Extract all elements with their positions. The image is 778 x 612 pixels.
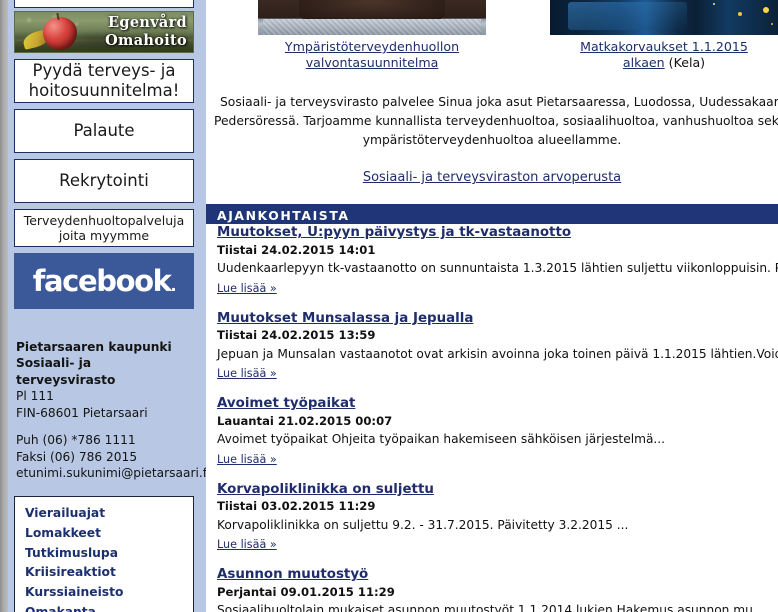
sidebar-button-feedback[interactable]: Palaute — [14, 109, 194, 153]
news-date: Lauantai 21.02.2015 00:07 — [217, 413, 393, 428]
org-name-line-1: Pietarsaaren kaupunki — [16, 340, 172, 354]
main-content: Ympäristöterveydenhuollon valvontasuunni… — [206, 0, 778, 612]
news-excerpt: Avoimet työpaikat Ohjeita työpaikan hake… — [217, 432, 666, 447]
intro-paragraph: Sosiaali- ja terveysvirasto palvelee Sin… — [214, 93, 778, 149]
promo-caption: Matkakorvaukset 1.1.2015 alkaen (Kela) — [550, 39, 778, 71]
promo-link-line-1[interactable]: Matkakorvaukset 1.1.2015 — [580, 39, 748, 54]
news-item: Korvapoliklinikka on suljettu Tiistai 03… — [217, 481, 778, 553]
page-root: Egenvård Omahoito Pyydä terveys- ja hoit… — [0, 0, 778, 612]
org-name-line-2: Sosiaali- ja terveysvirasto — [16, 356, 116, 387]
news-title-link[interactable]: Muutokset, U:pyyn päivystys ja tk-vastaa… — [217, 224, 778, 241]
postal-city: FIN-68601 Pietarsaari — [16, 405, 148, 420]
news-excerpt: Korvapoliklinikka on suljettu 9.2. - 31.… — [217, 517, 629, 532]
news-title-link[interactable]: Korvapoliklinikka on suljettu — [217, 481, 778, 498]
news-list: Muutokset, U:pyyn päivystys ja tk-vastaa… — [206, 224, 778, 612]
phone-number: Puh (06) *786 1111 — [16, 433, 136, 448]
sidebar-button-care-plan[interactable]: Pyydä terveys- ja hoitosuunnitelma! — [14, 59, 194, 103]
car-night-image[interactable] — [550, 0, 778, 35]
email-address: etunimi.sukunimi@pietarsaari.fi — [16, 466, 206, 481]
sidebar-link-vierailuajat[interactable]: Vierailuajat — [25, 504, 183, 524]
news-read-more-link[interactable]: Lue lisää » — [217, 538, 277, 551]
news-date: Perjantai 09.01.2015 11:29 — [217, 584, 395, 599]
news-read-more-link[interactable]: Lue lisää » — [217, 453, 277, 466]
sidebar-link-tutkimuslupa[interactable]: Tutkimuslupa — [25, 544, 183, 564]
facebook-logo-dot: . — [170, 276, 177, 295]
news-read-more-link[interactable]: Lue lisää » — [217, 367, 277, 380]
intro-line-1: Sosiaali- ja terveysvirasto palvelee Sin… — [220, 95, 778, 110]
food-plate-image[interactable] — [258, 0, 486, 35]
news-excerpt: Sosiaalihuoltolain mukaiset asunnon muut… — [217, 603, 765, 612]
news-item: Muutokset, U:pyyn päivystys ja tk-vastaa… — [217, 224, 778, 296]
promo-link-line-2[interactable]: valvontasuunnitelma — [306, 55, 439, 70]
sidebar-link-omakanta[interactable]: Omakanta — [25, 603, 183, 612]
promo-caption: Ympäristöterveydenhuollon valvontasuunni… — [258, 39, 486, 71]
facebook-logo-text: facebook. — [32, 264, 177, 298]
news-item: Avoimet työpaikat Lauantai 21.02.2015 00… — [217, 395, 778, 467]
sidebar-link-lomakkeet[interactable]: Lomakkeet — [25, 524, 183, 544]
value-basis-link-wrap: Sosiaali- ja terveysviraston arvoperusta — [206, 166, 778, 185]
egenvard-omahoito-banner[interactable]: Egenvård Omahoito — [14, 11, 194, 53]
address-spacer — [16, 421, 194, 432]
promo-row: Ympäristöterveydenhuollon valvontasuunni… — [206, 0, 778, 71]
news-date: Tiistai 03.02.2015 11:29 — [217, 499, 376, 514]
banner-text: Egenvård Omahoito — [105, 14, 187, 49]
news-section-header: AJANKOHTAISTA — [206, 204, 778, 225]
promo-travel-reimbursement: Matkakorvaukset 1.1.2015 alkaen (Kela) — [550, 0, 778, 71]
promo-link-line-1[interactable]: Ympäristöterveydenhuollon — [285, 39, 459, 54]
promo-link-line-2[interactable]: alkaen — [623, 55, 665, 70]
intro-line-3: ympäristöterveydenhuoltoa alueellamme. — [362, 132, 622, 147]
sidebar-button-label: Palaute — [73, 120, 135, 140]
contact-address-block: Pietarsaaren kaupunki Sosiaali- ja terve… — [16, 339, 206, 482]
news-item: Asunnon muutostyö Perjantai 09.01.2015 1… — [217, 566, 778, 612]
news-date: Tiistai 24.02.2015 14:01 — [217, 242, 376, 257]
po-box: Pl 111 — [16, 389, 54, 404]
news-excerpt: Jepuan ja Munsalan vastaanotot ovat arki… — [217, 346, 778, 361]
banner-line-2: Omahoito — [105, 31, 187, 49]
sidebar-button-label: Rekrytointi — [59, 170, 149, 190]
fax-number: Faksi (06) 786 2015 — [16, 449, 138, 464]
facebook-button[interactable]: facebook. — [14, 253, 194, 309]
apple-icon — [43, 17, 77, 50]
sidebar-button-recruitment[interactable]: Rekrytointi — [14, 159, 194, 203]
sidebar-link-kriisireaktiot[interactable]: Kriisireaktiot — [25, 563, 183, 583]
sidebar-button-health-services-sold[interactable]: Terveydenhuoltopalveluja joita myymme — [14, 209, 194, 247]
sidebar-links-box: Vierailuajat Lomakkeet Tutkimuslupa Krii… — [14, 495, 194, 612]
news-title-link[interactable]: Muutokset Munsalassa ja Jepualla — [217, 310, 778, 327]
news-read-more-link[interactable]: Lue lisää » — [217, 282, 277, 295]
sidebar-top-partial-box[interactable] — [14, 0, 194, 8]
promo-environmental-health: Ympäristöterveydenhuollon valvontasuunni… — [258, 0, 486, 71]
banner-line-1: Egenvård — [108, 14, 187, 31]
window-left-gutter — [0, 0, 8, 612]
sidebar: Egenvård Omahoito Pyydä terveys- ja hoit… — [8, 0, 206, 612]
news-title-link[interactable]: Asunnon muutostyö — [217, 566, 778, 583]
intro-line-2: Pedersöressä. Tarjoamme kunnallista terv… — [214, 113, 778, 128]
news-item: Muutokset Munsalassa ja Jepualla Tiistai… — [217, 310, 778, 382]
news-date: Tiistai 24.02.2015 13:59 — [217, 328, 376, 343]
promo-caption-suffix: (Kela) — [664, 55, 706, 71]
sidebar-link-kurssiaineisto[interactable]: Kurssiaineisto — [25, 583, 183, 603]
news-title-link[interactable]: Avoimet työpaikat — [217, 395, 778, 412]
news-excerpt: Uudenkaarlepyyn tk-vastaanotto on sunnun… — [217, 261, 778, 276]
sidebar-button-label: Terveydenhuoltopalveluja joita myymme — [23, 212, 185, 243]
value-basis-link[interactable]: Sosiaali- ja terveysviraston arvoperusta — [363, 170, 621, 185]
sidebar-button-label: Pyydä terveys- ja hoitosuunnitelma! — [28, 60, 180, 100]
